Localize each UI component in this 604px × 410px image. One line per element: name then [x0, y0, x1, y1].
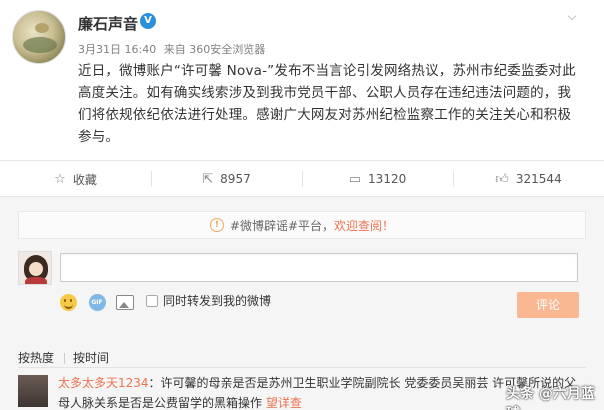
like-count: 321544	[515, 172, 562, 186]
image-icon	[116, 294, 134, 310]
post-source: 来自 360安全浏览器	[163, 43, 266, 56]
image-button[interactable]	[115, 293, 135, 311]
favorite-button[interactable]: ☆ 收藏	[0, 161, 151, 197]
user-avatar[interactable]	[12, 10, 66, 64]
info-icon: !	[209, 218, 224, 232]
post-meta: 3月31日 16:40 来自 360安全浏览器	[78, 41, 269, 57]
like-button[interactable]: 👍︎ 321544	[453, 161, 604, 197]
comment-sort: 按热度 按时间	[18, 349, 109, 366]
avatar-detail	[35, 23, 49, 33]
commenter-avatar[interactable]	[18, 375, 48, 407]
notice-text[interactable]: #微博辟谣#平台，	[230, 217, 334, 234]
comment-button[interactable]: ▭ 13120	[302, 161, 453, 197]
avatar-body	[25, 277, 47, 284]
submit-comment-button[interactable]: 评论	[517, 292, 579, 318]
emoji-button[interactable]	[58, 293, 78, 311]
chevron-down-icon[interactable]: ⌵	[564, 8, 580, 24]
star-icon: ☆	[54, 171, 66, 187]
comment-panel: ! #微博辟谣#平台， 欢迎查阅！ GIF 同时转发到我的微博 评论 按热度 按时…	[0, 196, 604, 410]
repost-checkbox-label: 同时转发到我的微博	[163, 294, 272, 308]
repost-checkbox[interactable]	[146, 295, 158, 307]
emoji-icon	[59, 293, 77, 311]
repost-button[interactable]: ⇱ 8957	[151, 161, 302, 197]
avatar-detail	[23, 37, 57, 53]
favorite-label: 收藏	[72, 172, 97, 187]
post-content: 近日，微博账户“许可馨 Nova-”发布不当言论引发网络热议，苏州市纪委监委对此…	[78, 63, 576, 145]
weibo-post-card: 廉石声音 V ⌵ 3月31日 16:40 来自 360安全浏览器 近日，微博账户…	[0, 0, 604, 410]
share-icon: ⇱	[202, 171, 214, 187]
gif-button[interactable]: GIF	[87, 293, 107, 311]
comment-icon: ▭	[348, 171, 362, 187]
watermark: 头条 @六月蓝球	[506, 386, 595, 410]
comment-link[interactable]: 望详查	[266, 396, 302, 410]
avatar-face	[29, 262, 43, 276]
gif-icon: GIF	[88, 293, 106, 311]
sort-hot-tab[interactable]: 按热度	[18, 349, 54, 366]
repost-count: 8957	[220, 172, 251, 186]
my-avatar	[18, 251, 52, 285]
action-bar: ☆ 收藏 ⇱ 8957 ▭ 13120 👍︎ 321544	[0, 160, 604, 196]
sort-time-tab[interactable]: 按时间	[73, 349, 109, 366]
commenter-name[interactable]: 太多太多天1234	[58, 376, 149, 390]
divider	[64, 353, 66, 364]
rumor-notice: ! #微博辟谣#平台， 欢迎查阅！	[18, 211, 586, 239]
post-time[interactable]: 3月31日 16:40	[78, 43, 156, 56]
username[interactable]: 廉石声音	[78, 13, 138, 34]
thumbs-up-icon: 👍︎	[495, 171, 509, 187]
verified-icon: V	[140, 13, 156, 29]
comment-input[interactable]	[60, 253, 578, 282]
notice-link[interactable]: 欢迎查阅！	[334, 217, 394, 234]
divider	[18, 367, 586, 368]
comment-count: 13120	[368, 172, 407, 186]
